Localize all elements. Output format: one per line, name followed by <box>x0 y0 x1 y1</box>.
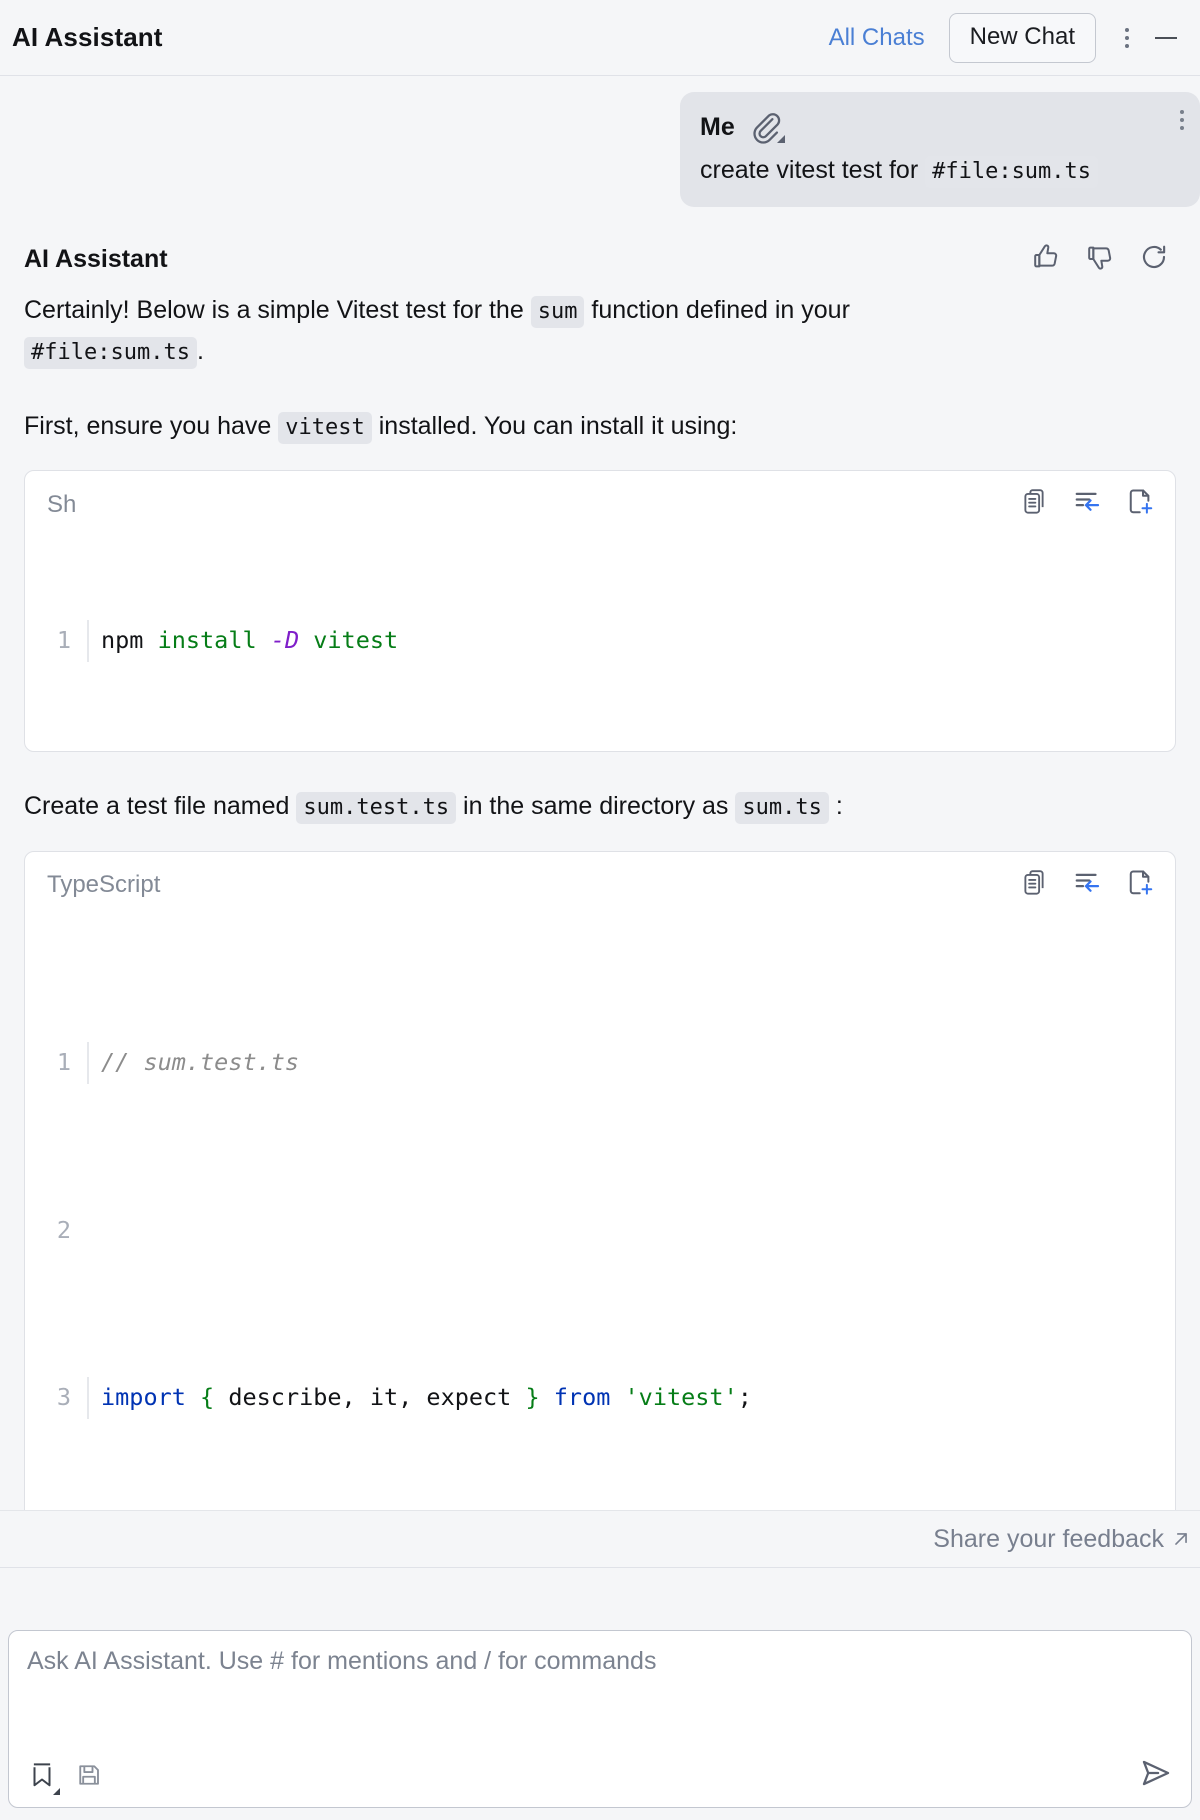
paragraph-1-part-3: . <box>196 336 204 365</box>
new-file-icon[interactable] <box>1125 868 1155 903</box>
assistant-paragraph-3: Create a test file named sum.test.ts in … <box>24 786 1176 827</box>
line-number: 1 <box>56 1048 71 1077</box>
new-file-icon[interactable] <box>1125 487 1155 522</box>
paragraph-2-part-2: installed. You can install it using: <box>378 411 738 440</box>
composer-toolbar <box>27 1756 1173 1795</box>
code-block-typescript-body[interactable]: 1 // sum.test.ts 2 3 import { describe, … <box>25 913 1175 1568</box>
bookmark-dropdown-caret-icon[interactable] <box>53 1788 60 1795</box>
paragraph-3-part-1: Create a test file named <box>24 792 290 821</box>
minimize-icon[interactable] <box>1146 18 1186 58</box>
indent-guide <box>87 1042 89 1085</box>
code-block-sh-header: Sh <box>25 471 1175 532</box>
user-message-prefix: create vitest test for <box>700 156 919 184</box>
code-line: 1 // sum.test.ts <box>25 1042 1175 1085</box>
inline-code-file-sum-ts: #file:sum.ts <box>24 336 197 369</box>
insert-at-caret-icon[interactable] <box>1073 868 1103 903</box>
line-number: 1 <box>56 625 71 654</box>
code-block-typescript-actions <box>1021 868 1155 903</box>
external-link-arrow-icon <box>1175 1533 1187 1545</box>
composer-left-actions <box>27 1760 103 1795</box>
indent-guide <box>87 1376 89 1419</box>
code-line-text: npm install -D vitest <box>101 625 399 654</box>
inline-code-sum: sum <box>530 296 585 328</box>
code-block-typescript-header: TypeScript <box>25 852 1175 913</box>
assistant-action-icons <box>1030 241 1176 278</box>
save-icon[interactable] <box>75 1761 103 1794</box>
user-message-author: Me <box>700 112 735 141</box>
code-line: 3 import { describe, it, expect } from '… <box>25 1376 1175 1419</box>
code-block-sh-actions <box>1021 487 1155 522</box>
user-message-bubble: Me create vitest test for #file:sum.ts <box>680 92 1200 207</box>
paragraph-1-part-1: Certainly! Below is a simple Vitest test… <box>24 296 524 324</box>
kebab-menu-icon[interactable] <box>1110 18 1144 58</box>
share-feedback-link[interactable]: Share your feedback <box>933 1525 1192 1554</box>
user-message-text: create vitest test for #file:sum.ts <box>700 156 1180 188</box>
user-message-row: Me create vitest test for #file:sum.ts <box>0 76 1200 207</box>
paragraph-2-part-1: First, ensure you have <box>24 411 272 440</box>
paperclip-icon[interactable] <box>749 110 785 144</box>
paragraph-3-part-3: : <box>835 792 843 821</box>
share-feedback-bar: Share your feedback <box>0 1510 1200 1568</box>
code-block-sh-body[interactable]: 1 npm install -D vitest <box>25 532 1175 751</box>
chat-scroll-area[interactable]: Me create vitest test for #file:sum.ts A… <box>0 76 1200 1568</box>
inline-code-sum-test-ts: sum.test.ts <box>296 792 457 825</box>
assistant-paragraph-2: First, ensure you have vitest installed.… <box>24 406 1176 447</box>
thumbs-down-icon[interactable] <box>1084 241 1116 278</box>
paragraph-3-part-2: in the same directory as <box>463 792 729 821</box>
code-block-sh: Sh 1 npm install -D vitest <box>24 470 1176 753</box>
user-message-header: Me <box>700 110 1180 144</box>
line-number: 3 <box>56 1382 71 1411</box>
assistant-paragraph-1: Certainly! Below is a simple Vitest test… <box>24 290 1176 372</box>
code-block-typescript: TypeScript 1 // sum.test.ts 2 3 import {… <box>24 850 1176 1568</box>
all-chats-link[interactable]: All Chats <box>829 24 925 52</box>
copy-icon[interactable] <box>1021 868 1051 903</box>
bookmark-dropdown-icon[interactable] <box>27 1760 60 1795</box>
code-line: 2 <box>25 1210 1175 1252</box>
file-mention-chip[interactable]: #file:sum.ts <box>925 156 1099 188</box>
thumbs-up-icon[interactable] <box>1030 241 1062 278</box>
user-message-kebab-menu-icon[interactable] <box>1180 110 1184 130</box>
copy-icon[interactable] <box>1021 487 1051 522</box>
assistant-name: AI Assistant <box>24 245 168 273</box>
composer[interactable]: Ask AI Assistant. Use # for mentions and… <box>8 1630 1192 1808</box>
indent-guide <box>87 1210 89 1252</box>
assistant-message-header: AI Assistant <box>24 241 1176 278</box>
code-line: 1 npm install -D vitest <box>25 619 1175 662</box>
new-chat-button[interactable]: New Chat <box>948 12 1096 63</box>
share-feedback-label: Share your feedback <box>933 1524 1164 1553</box>
refresh-icon[interactable] <box>1138 241 1170 278</box>
code-line-text: import { describe, it, expect } from 'vi… <box>101 1382 752 1411</box>
paragraph-1-part-2: function defined in your <box>591 296 850 324</box>
insert-at-caret-icon[interactable] <box>1073 487 1103 522</box>
code-block-sh-language: Sh <box>47 490 77 518</box>
assistant-message: AI Assistant Certainly! Below is a simpl… <box>0 207 1200 1568</box>
inline-code-vitest: vitest <box>278 411 372 444</box>
code-line-text: // sum.test.ts <box>101 1048 300 1077</box>
page-title: AI Assistant <box>12 22 163 52</box>
window-titlebar: AI Assistant All Chats New Chat <box>0 0 1200 76</box>
chat-input[interactable]: Ask AI Assistant. Use # for mentions and… <box>27 1647 1173 1756</box>
inline-code-sum-ts: sum.ts <box>735 792 829 825</box>
send-icon[interactable] <box>1139 1756 1173 1795</box>
indent-guide <box>87 619 89 662</box>
line-number: 2 <box>56 1215 71 1244</box>
code-block-typescript-language: TypeScript <box>47 871 161 899</box>
paperclip-dropdown-caret-icon[interactable] <box>776 135 785 143</box>
